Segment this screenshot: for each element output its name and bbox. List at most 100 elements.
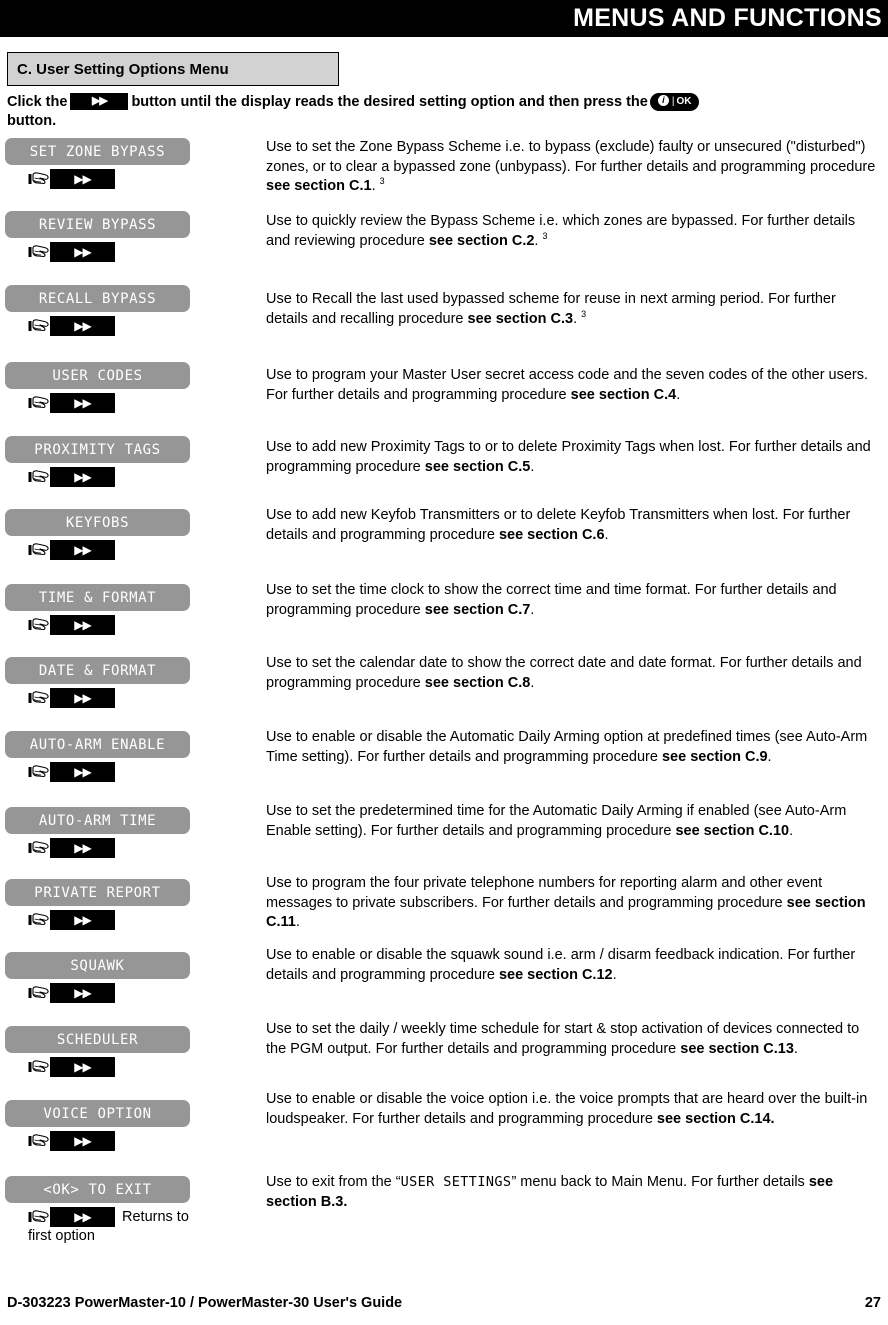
press-next-hint: ▶▶ (28, 1057, 255, 1077)
section-heading-label: C. User Setting Options Menu (17, 60, 229, 78)
fast-forward-key-icon[interactable]: ▶▶ (50, 1207, 115, 1227)
page-header-band: MENUS AND FUNCTIONS (0, 0, 888, 37)
lcd-display-text: REVIEW BYPASS (38, 216, 157, 233)
pointing-hand-icon (28, 1208, 50, 1226)
lcd-display-column: DATE & FORMAT ▶▶ (5, 657, 255, 708)
lcd-display-set-zone-bypass: SET ZONE BYPASS (5, 138, 190, 165)
page-footer: D-303223 PowerMaster-10 / PowerMaster-30… (7, 1295, 881, 1311)
lcd-display-column: AUTO-ARM TIME ▶▶ (5, 807, 255, 858)
press-next-hint: ▶▶ (28, 838, 255, 858)
lcd-display-column: PRIVATE REPORT ▶▶ (5, 879, 255, 930)
lcd-display-column: REVIEW BYPASS ▶▶ (5, 211, 255, 262)
lcd-display-column: KEYFOBS ▶▶ (5, 509, 255, 560)
lcd-display-text: PROXIMITY TAGS (34, 441, 161, 458)
fast-forward-key-icon[interactable]: ▶▶ (50, 910, 115, 930)
menu-option-description: Use to set the daily / weekly time sched… (266, 1021, 860, 1057)
lcd-display-text: AUTO-ARM TIME (38, 812, 157, 829)
menu-option-description: Use to enable or disable the Automatic D… (266, 729, 868, 765)
menu-option-description: Use to enable or disable the squawk soun… (266, 947, 856, 983)
press-next-hint: ▶▶ (28, 910, 255, 930)
press-next-hint: ▶▶ (28, 242, 255, 262)
press-next-hint: ▶▶ (28, 1131, 255, 1151)
lcd-display-text: TIME & FORMAT (38, 589, 157, 606)
menu-option-description: Use to program your Master User secret a… (266, 367, 869, 403)
lcd-display-text: SET ZONE BYPASS (29, 143, 166, 160)
lcd-display-auto-arm-enable: AUTO-ARM ENABLE (5, 731, 190, 758)
lcd-display-time-format: TIME & FORMAT (5, 584, 190, 611)
lcd-display-text: SQUAWK (70, 957, 125, 974)
lcd-display-text: AUTO-ARM ENABLE (29, 736, 166, 753)
intro-text-part1: Click the (7, 94, 68, 110)
press-next-hint: ▶▶ (28, 169, 255, 189)
pointing-hand-icon (28, 763, 50, 781)
pointing-hand-icon (28, 394, 50, 412)
footer-rule (0, 1289, 888, 1290)
lcd-display-scheduler: SCHEDULER (5, 1026, 190, 1053)
lcd-display-column: <OK> TO EXIT ▶▶ Returns to first option (5, 1176, 255, 1246)
returns-note-line2: first option (28, 1228, 95, 1244)
lcd-display-column: RECALL BYPASS ▶▶ (5, 285, 255, 336)
menu-option-description: Use to set the Zone Bypass Scheme i.e. t… (266, 139, 876, 194)
fast-forward-key-icon[interactable]: ▶▶ (50, 242, 115, 262)
lcd-display-text: RECALL BYPASS (38, 290, 157, 307)
lcd-display-text: VOICE OPTION (43, 1105, 152, 1122)
lcd-display-column: SET ZONE BYPASS ▶▶ (5, 138, 255, 189)
lcd-display-keyfobs: KEYFOBS (5, 509, 190, 536)
fast-forward-key-icon[interactable]: ▶▶ (50, 393, 115, 413)
lcd-display-review-bypass: REVIEW BYPASS (5, 211, 190, 238)
lcd-display-ok-to-exit: <OK> TO EXIT (5, 1176, 190, 1203)
menu-option-description: Use to quickly review the Bypass Scheme … (266, 213, 856, 249)
lcd-display-column: USER CODES ▶▶ (5, 362, 255, 413)
pointing-hand-icon (28, 317, 50, 335)
lcd-display-text: USER CODES (52, 367, 143, 384)
menu-option-description: Use to add new Proximity Tags to or to d… (266, 439, 871, 475)
lcd-display-date-format: DATE & FORMAT (5, 657, 190, 684)
press-next-hint: ▶▶ (28, 688, 255, 708)
lcd-display-column: TIME & FORMAT ▶▶ (5, 584, 255, 635)
section-heading-box: C. User Setting Options Menu (7, 52, 339, 86)
fast-forward-key-icon[interactable]: ▶▶ (50, 467, 115, 487)
press-next-hint: ▶▶ (28, 983, 255, 1003)
fast-forward-key-icon[interactable]: ▶▶ (50, 762, 115, 782)
fast-forward-key-icon[interactable]: ▶▶ (50, 838, 115, 858)
lcd-display-column: SCHEDULER ▶▶ (5, 1026, 255, 1077)
fast-forward-key-icon[interactable]: ▶▶ (50, 1131, 115, 1151)
intro-text-part2: button until the display reads the desir… (131, 94, 648, 110)
fast-forward-key-icon[interactable]: ▶▶ (50, 540, 115, 560)
fast-forward-key-icon[interactable]: ▶▶ (50, 316, 115, 336)
press-next-hint: ▶▶ Returns to (28, 1207, 255, 1227)
lcd-display-text: <OK> TO EXIT (43, 1181, 152, 1198)
fast-forward-key-icon[interactable]: ▶▶ (50, 688, 115, 708)
lcd-display-voice-option: VOICE OPTION (5, 1100, 190, 1127)
fast-forward-key-icon[interactable]: ▶▶ (50, 983, 115, 1003)
menu-option-description: Use to set the calendar date to show the… (266, 655, 862, 691)
lcd-display-text: KEYFOBS (65, 514, 130, 531)
lcd-display-squawk: SQUAWK (5, 952, 190, 979)
ok-key-label: OK (676, 95, 692, 107)
footer-page-number: 27 (864, 1295, 881, 1311)
lcd-display-column: AUTO-ARM ENABLE ▶▶ (5, 731, 255, 782)
menu-option-description: Use to program the four private telephon… (266, 875, 866, 930)
fast-forward-key-icon[interactable]: ▶▶ (50, 169, 115, 189)
press-next-hint: ▶▶ (28, 762, 255, 782)
lcd-display-user-codes: USER CODES (5, 362, 190, 389)
lcd-display-column: PROXIMITY TAGS ▶▶ (5, 436, 255, 487)
fast-forward-key-icon[interactable]: ▶▶ (70, 93, 129, 110)
menu-option-description: Use to Recall the last used bypassed sch… (266, 291, 836, 327)
intro-text-part3: button. (7, 113, 57, 130)
fast-forward-key-icon[interactable]: ▶▶ (50, 1057, 115, 1077)
fast-forward-key-icon[interactable]: ▶▶ (50, 615, 115, 635)
press-next-hint: ▶▶ (28, 393, 255, 413)
pointing-hand-icon (28, 839, 50, 857)
ok-key-icon[interactable]: i | OK (649, 92, 700, 111)
pointing-hand-icon (28, 1058, 50, 1076)
lcd-display-column: VOICE OPTION ▶▶ (5, 1100, 255, 1151)
intro-instruction: Click the ▶▶ button until the display read… (7, 92, 881, 132)
lcd-display-text: DATE & FORMAT (38, 662, 157, 679)
pointing-hand-icon (28, 541, 50, 559)
menu-option-description: Use to enable or disable the voice optio… (266, 1091, 868, 1127)
press-next-hint: ▶▶ (28, 316, 255, 336)
lcd-display-text: PRIVATE REPORT (34, 884, 161, 901)
lcd-display-column: SQUAWK ▶▶ (5, 952, 255, 1003)
lcd-display-recall-bypass: RECALL BYPASS (5, 285, 190, 312)
